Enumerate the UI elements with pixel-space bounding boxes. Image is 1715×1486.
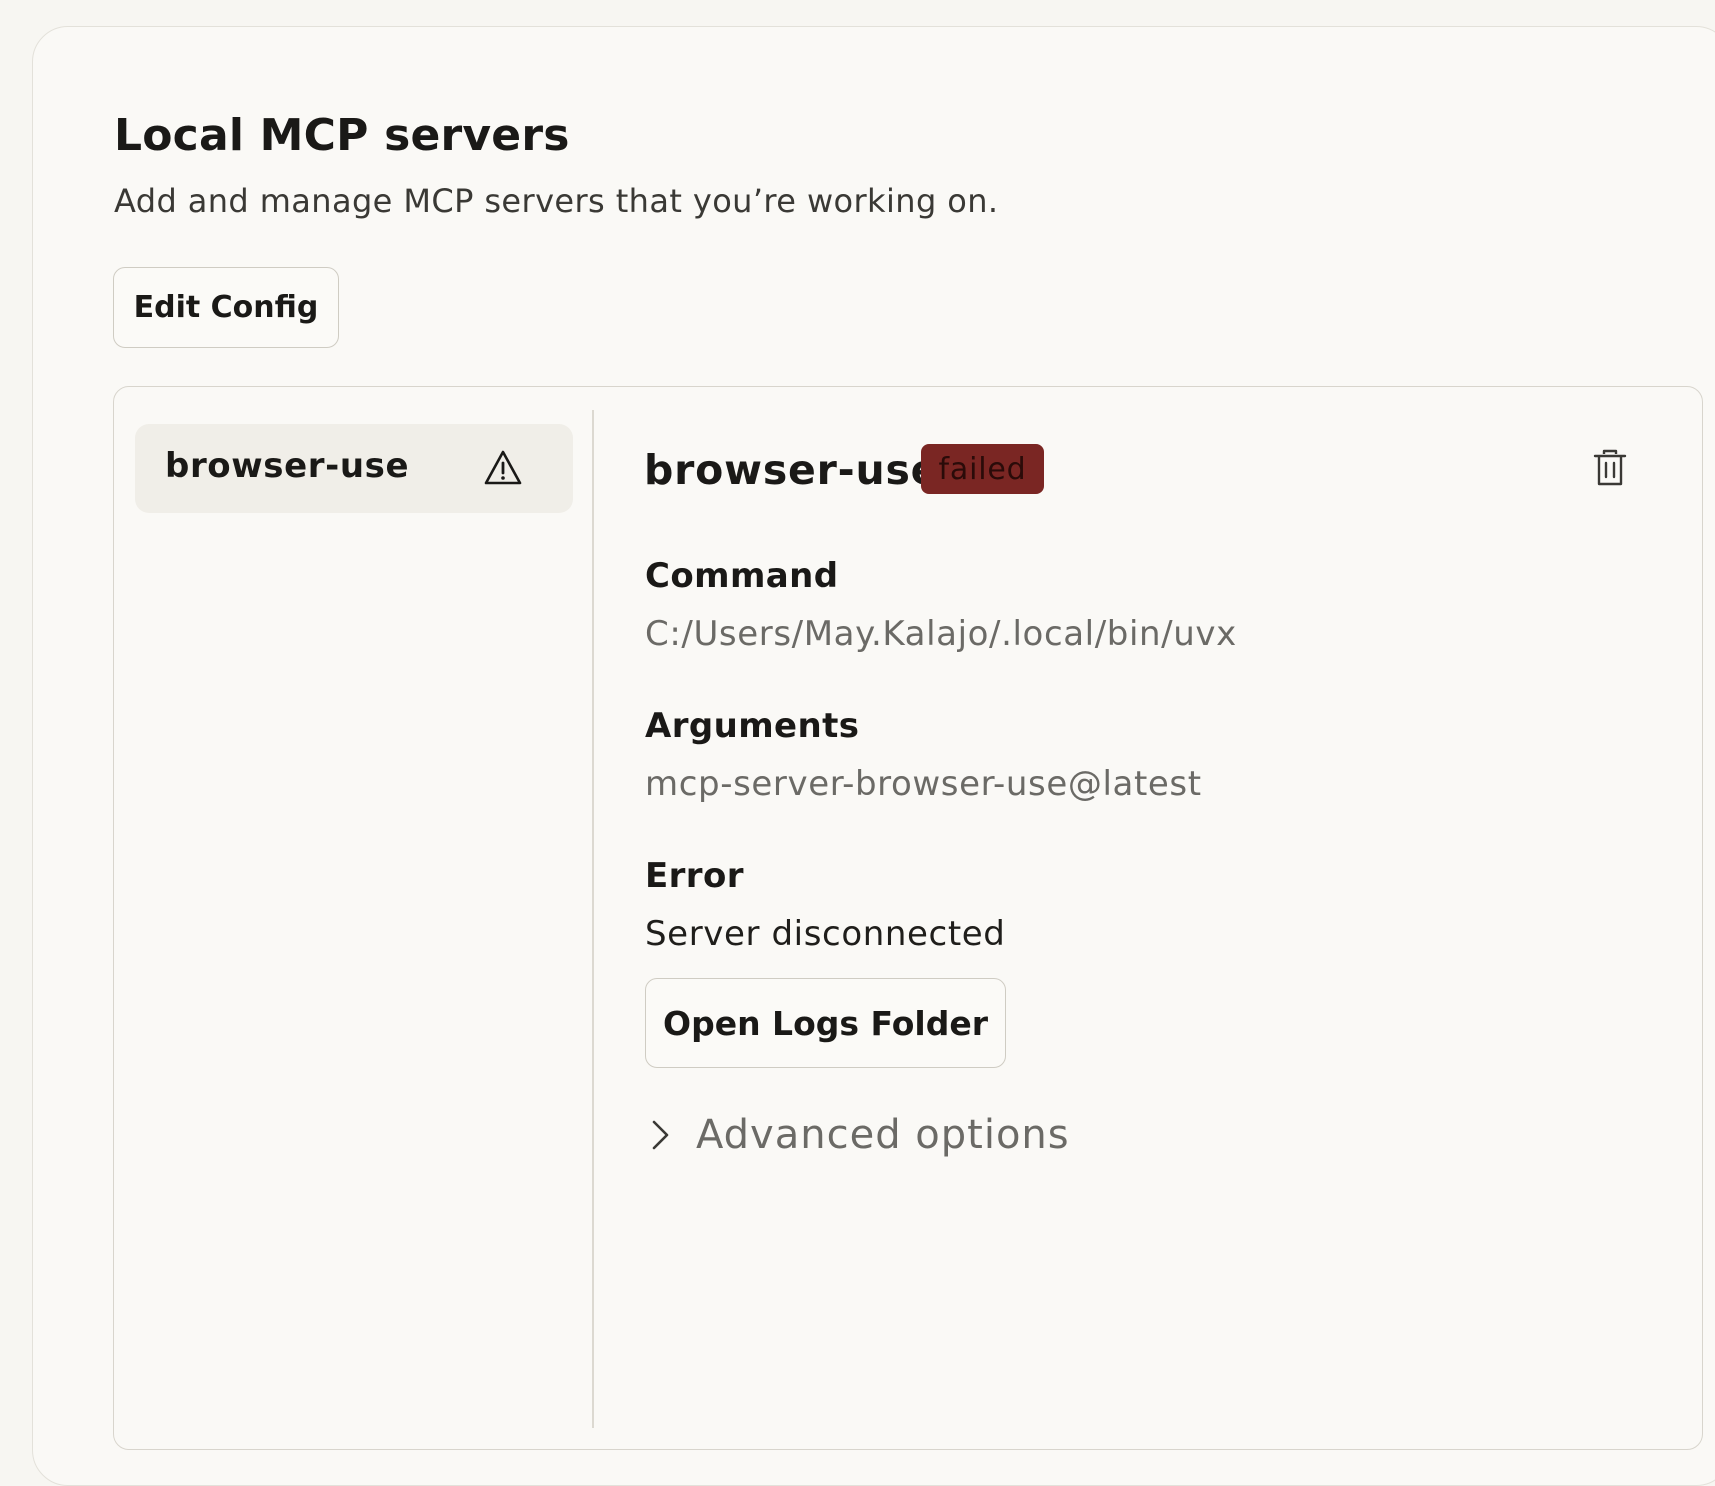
advanced-options-label: Advanced options <box>696 1112 1070 1158</box>
chevron-right-icon <box>652 1120 669 1150</box>
arguments-value: mcp-server-browser-use@latest <box>645 764 1202 804</box>
error-label: Error <box>645 856 744 896</box>
server-detail-title: browser-use <box>644 446 940 494</box>
sidebar-item-browser-use[interactable]: browser-use <box>135 424 573 513</box>
edit-config-button[interactable]: Edit Config <box>113 267 339 348</box>
trash-icon[interactable] <box>1592 448 1628 488</box>
command-value: C:/Users/May.Kalajo/.local/bin/uvx <box>645 614 1237 654</box>
command-label: Command <box>645 556 839 596</box>
error-value: Server disconnected <box>645 914 1006 954</box>
sidebar-item-label: browser-use <box>165 446 410 486</box>
open-logs-folder-button[interactable]: Open Logs Folder <box>645 978 1006 1068</box>
status-badge: failed <box>921 444 1044 494</box>
page-title: Local MCP servers <box>114 110 570 161</box>
page-subtitle: Add and manage MCP servers that you’re w… <box>114 182 999 220</box>
vertical-divider <box>592 410 594 1428</box>
warning-triangle-icon <box>484 450 522 485</box>
arguments-label: Arguments <box>645 706 860 746</box>
advanced-options-toggle[interactable]: Advanced options <box>648 1112 1070 1158</box>
